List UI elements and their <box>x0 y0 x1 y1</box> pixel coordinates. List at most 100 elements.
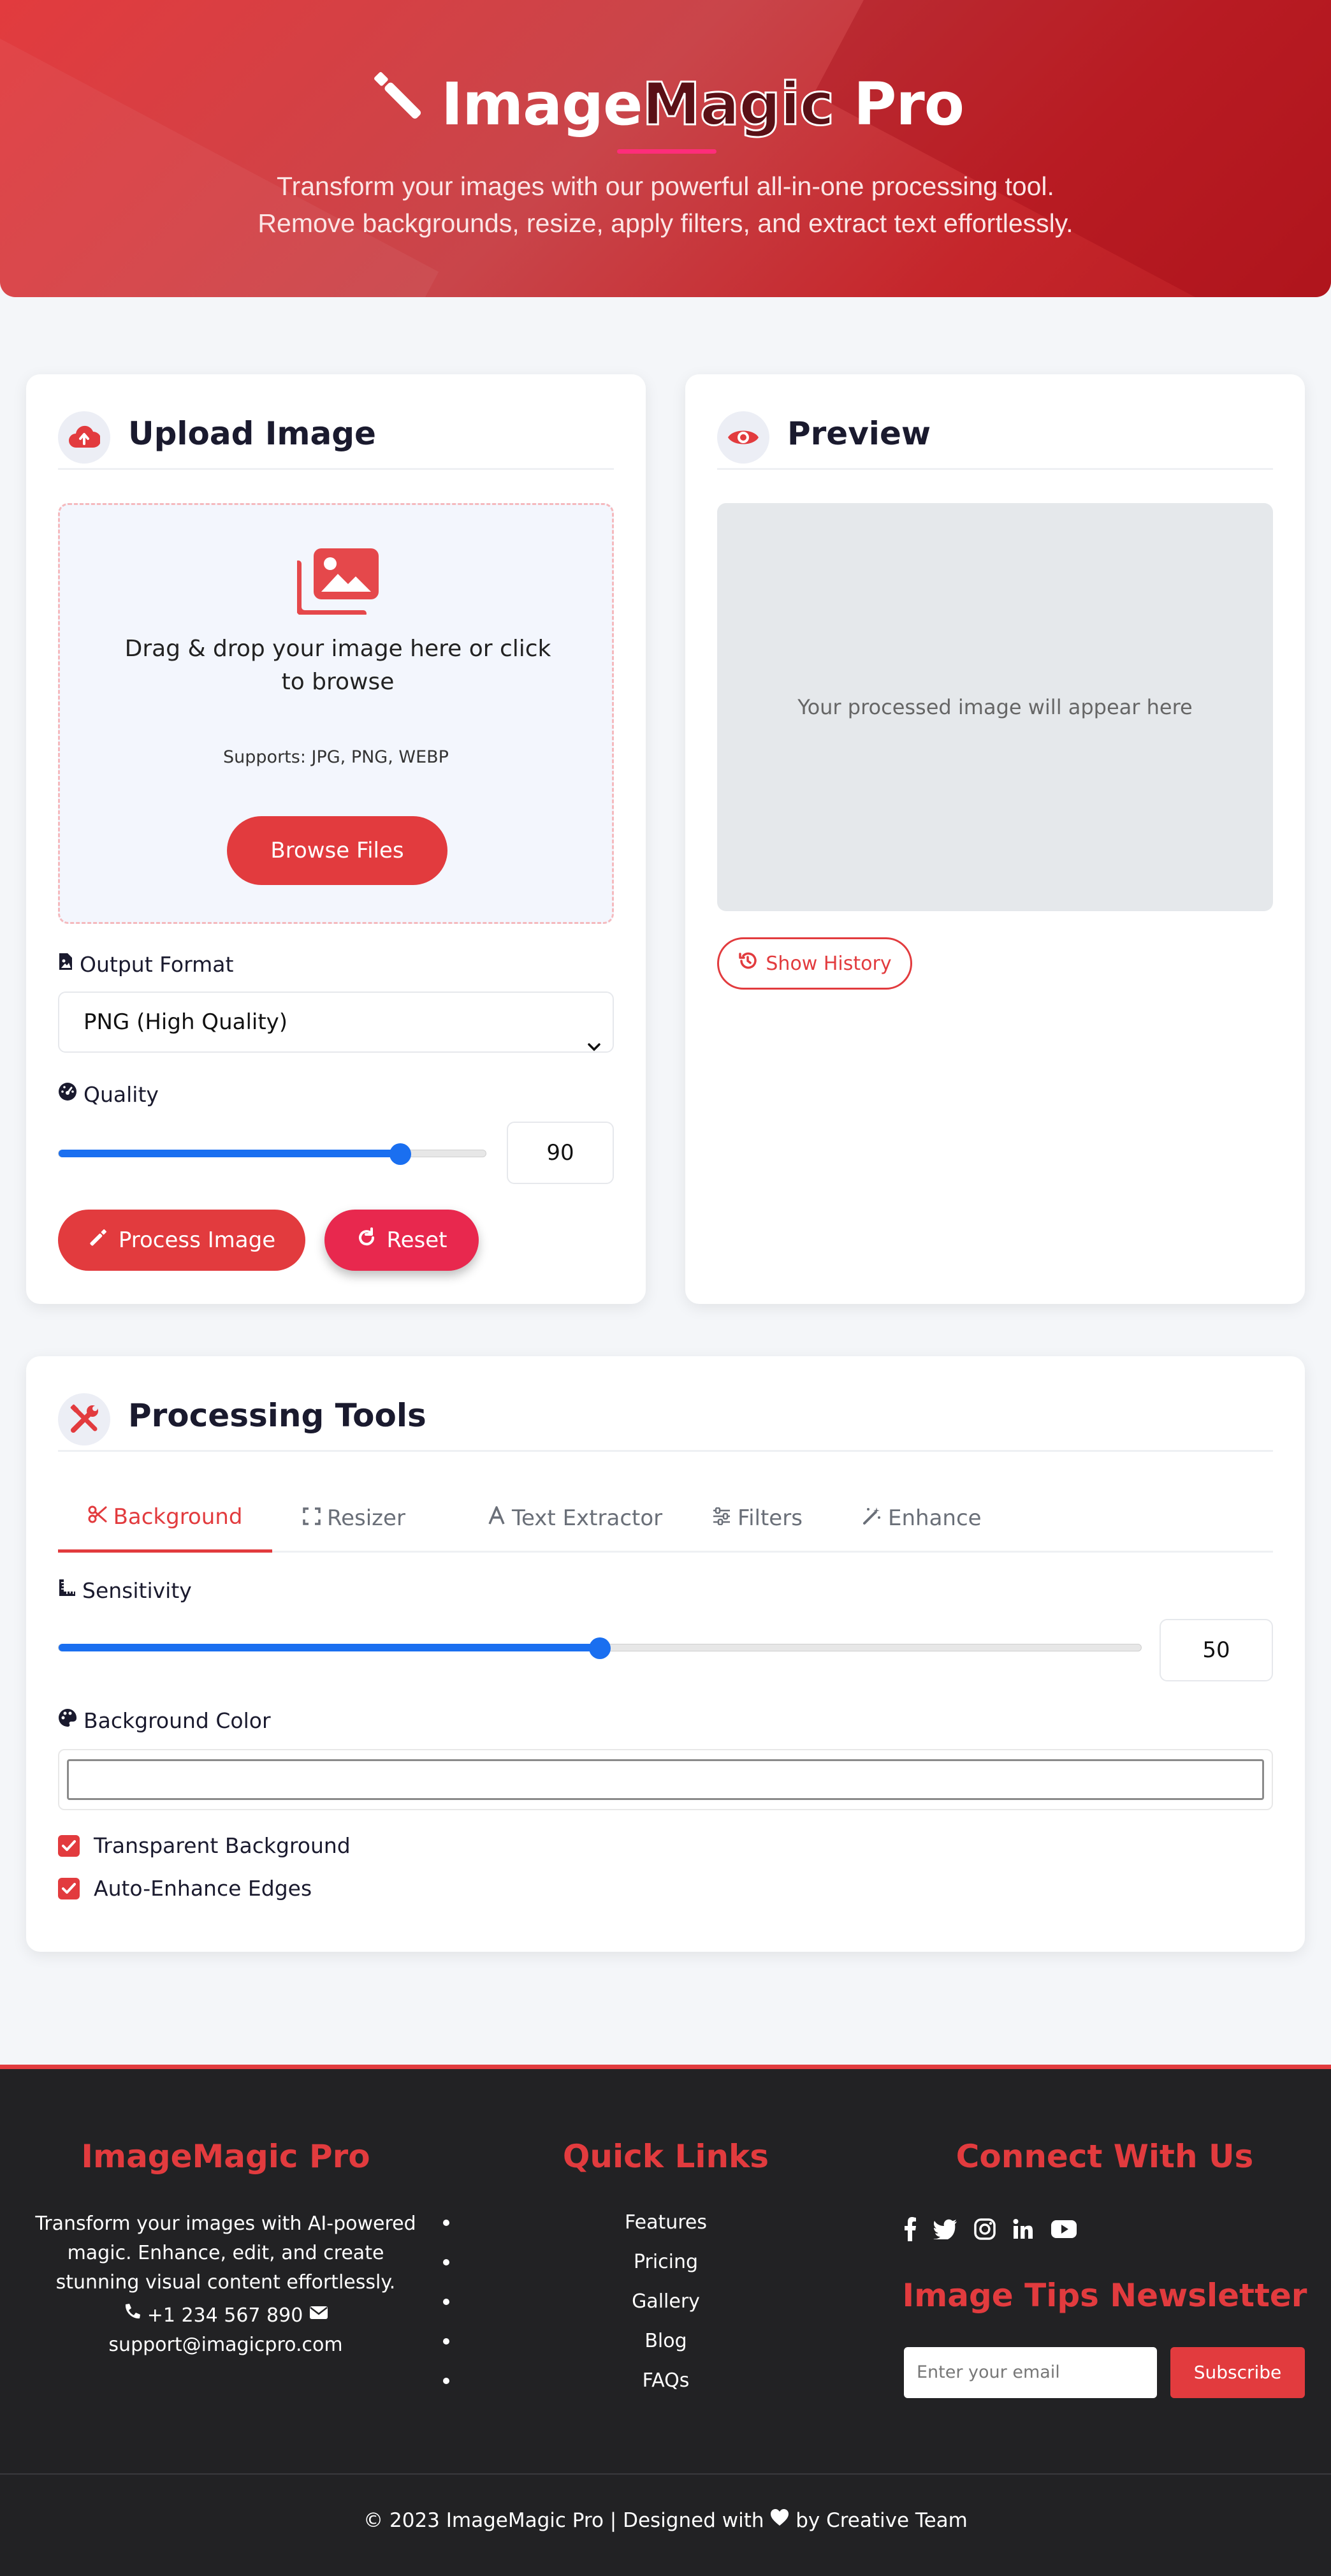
hero-subtitle: Transform your images with our powerful … <box>0 161 1331 249</box>
footer-link-label[interactable]: Pricing <box>634 2251 698 2273</box>
phone-icon <box>123 2300 141 2329</box>
sensitivity-number-input[interactable]: 50 <box>1160 1619 1273 1681</box>
redo-icon <box>356 1227 377 1254</box>
checkbox-checked-icon[interactable] <box>58 1834 80 1857</box>
hero-header: ImageMagic Pro Transform your images wit… <box>0 0 1331 297</box>
image-dropzone[interactable]: Drag & drop your image here or click to … <box>58 503 614 924</box>
checkbox-checked-icon[interactable] <box>58 1877 80 1899</box>
cloud-upload-icon <box>58 411 110 464</box>
footer-link-label[interactable]: Gallery <box>632 2290 700 2313</box>
upload-title: Upload Image <box>128 415 376 452</box>
processing-tools-card: Processing Tools Background Resizer Text… <box>26 1356 1305 1952</box>
background-color-label-text: Background Color <box>84 1708 271 1733</box>
subscribe-button[interactable]: Subscribe <box>1170 2347 1305 2398</box>
tools-title: Processing Tools <box>128 1397 426 1434</box>
tab-text-extractor[interactable]: Text Extractor <box>488 1484 662 1553</box>
font-icon <box>488 1505 505 1531</box>
show-history-button[interactable]: Show History <box>717 937 912 990</box>
auto-enhance-edges-checkbox[interactable]: Auto-Enhance Edges <box>58 1876 312 1901</box>
footer-link-faqs[interactable]: FAQs <box>443 2366 887 2396</box>
magic-wand-icon <box>862 1505 882 1531</box>
quality-label-text: Quality <box>84 1082 159 1107</box>
copyright: © 2023 ImageMagic Pro | Designed with by… <box>0 2508 1331 2532</box>
preview-card: Preview Your processed image will appear… <box>685 374 1305 1304</box>
process-image-label: Process Image <box>118 1227 276 1253</box>
dropzone-text: Drag & drop your image here or click to … <box>124 636 551 695</box>
output-format-select[interactable]: PNG (High Quality) <box>58 992 614 1053</box>
sensitivity-slider-thumb[interactable] <box>589 1637 611 1659</box>
brand-part-image: Image <box>440 70 643 138</box>
footer-link-label[interactable]: Blog <box>644 2330 687 2352</box>
tab-background[interactable]: Background <box>58 1484 272 1553</box>
tab-resizer[interactable]: Resizer <box>303 1484 405 1553</box>
supported-formats: Supports: JPG, PNG, WEBP <box>223 747 449 767</box>
history-icon <box>738 951 758 976</box>
palette-icon <box>58 1708 77 1732</box>
list-bullet <box>443 2220 449 2226</box>
envelope-icon <box>309 2300 328 2329</box>
preview-title: Preview <box>787 415 931 452</box>
file-image-icon <box>58 951 73 976</box>
newsletter-email-input[interactable]: Enter your email <box>904 2347 1157 2398</box>
footer-link-label[interactable]: FAQs <box>643 2369 690 2392</box>
footer-link-label[interactable]: Features <box>625 2211 707 2234</box>
browse-files-button[interactable]: Browse Files <box>227 816 447 885</box>
reset-button[interactable]: Reset <box>324 1210 479 1271</box>
site-footer: ImageMagic Pro Transform your images wit… <box>0 2065 1331 2576</box>
footer-link-pricing[interactable]: Pricing <box>443 2248 887 2277</box>
tab-background-label: Background <box>113 1504 243 1530</box>
show-history-label: Show History <box>766 952 892 975</box>
list-bullet <box>443 2338 449 2345</box>
quality-label: Quality <box>58 1082 159 1107</box>
sensitivity-label: Sensitivity <box>58 1578 192 1603</box>
quality-slider[interactable] <box>58 1143 486 1165</box>
tab-text-extractor-label: Text Extractor <box>512 1505 663 1531</box>
quality-slider-fill <box>59 1150 400 1157</box>
brand-part-magic: Magic <box>641 70 836 140</box>
header-decoration <box>0 2 439 297</box>
list-bullet <box>443 2299 449 2305</box>
social-links <box>904 2217 1077 2244</box>
tab-enhance[interactable]: Enhance <box>862 1484 982 1553</box>
tab-resizer-label: Resizer <box>327 1505 405 1531</box>
process-image-button[interactable]: Process Image <box>58 1210 305 1271</box>
transparent-background-checkbox[interactable]: Transparent Background <box>58 1833 351 1858</box>
sensitivity-slider[interactable] <box>58 1637 1142 1659</box>
instagram-icon[interactable] <box>974 2218 996 2243</box>
footer-about-text: Transform your images with AI-powered ma… <box>35 2213 416 2294</box>
tab-filters-label: Filters <box>738 1505 803 1531</box>
brand-underline <box>617 149 716 154</box>
tab-filters[interactable]: Filters <box>712 1484 803 1553</box>
chevron-down-icon <box>587 1016 601 1074</box>
auto-enhance-edges-label: Auto-Enhance Edges <box>94 1876 312 1901</box>
footer-link-blog[interactable]: Blog <box>443 2327 887 2356</box>
list-bullet <box>443 2259 449 2265</box>
tools-icon <box>58 1393 110 1445</box>
reset-label: Reset <box>386 1227 447 1253</box>
sensitivity-label-text: Sensitivity <box>82 1578 192 1603</box>
preview-card-header: Preview <box>717 406 1273 470</box>
list-bullet <box>443 2378 449 2384</box>
youtube-icon[interactable] <box>1051 2220 1077 2241</box>
transparent-background-label: Transparent Background <box>94 1833 351 1858</box>
quality-number-input[interactable]: 90 <box>507 1122 614 1184</box>
scissors-icon <box>88 1504 107 1530</box>
footer-link-features[interactable]: Features <box>443 2208 887 2237</box>
color-swatch <box>67 1759 1264 1800</box>
footer-links-title: Quick Links <box>562 2138 769 2175</box>
facebook-icon[interactable] <box>904 2217 917 2244</box>
copyright-text-start: © 2023 ImageMagic Pro | Designed with <box>363 2509 764 2532</box>
footer-about-title: ImageMagic Pro <box>81 2138 370 2175</box>
background-color-picker[interactable] <box>58 1749 1273 1810</box>
preview-placeholder: Your processed image will appear here <box>717 503 1273 911</box>
expand-icon <box>303 1505 321 1531</box>
linkedin-icon[interactable] <box>1012 2218 1034 2243</box>
twitter-icon[interactable] <box>933 2219 957 2242</box>
header-decoration <box>813 0 1331 297</box>
quality-slider-thumb[interactable] <box>389 1143 411 1165</box>
output-format-label-text: Output Format <box>80 952 234 977</box>
footer-link-gallery[interactable]: Gallery <box>443 2287 887 2316</box>
sliders-icon <box>712 1505 731 1531</box>
upload-card: Upload Image Drag & drop your image here… <box>26 374 646 1304</box>
ruler-icon <box>58 1577 76 1602</box>
